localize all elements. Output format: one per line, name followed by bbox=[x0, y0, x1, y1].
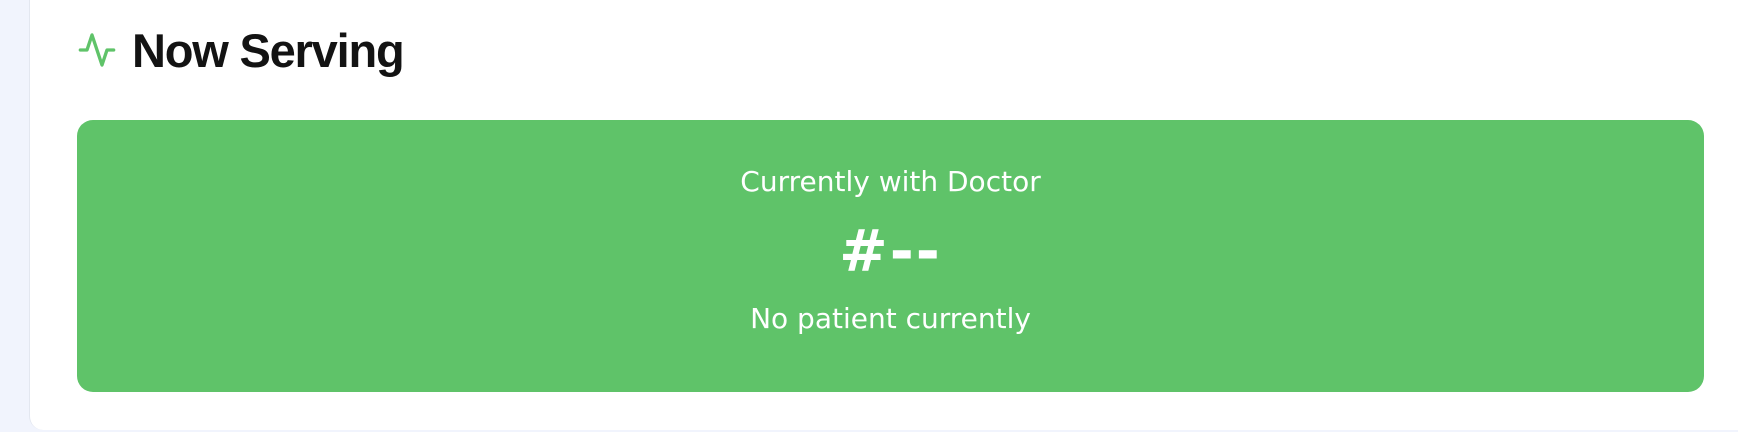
ticket-number: #-- bbox=[839, 217, 942, 285]
section-title: Now Serving bbox=[132, 23, 405, 77]
section-header: Now Serving bbox=[77, 18, 405, 82]
currently-with-doctor-label: Currently with Doctor bbox=[740, 165, 1041, 198]
serving-status-text: No patient currently bbox=[750, 302, 1031, 335]
activity-pulse-icon bbox=[77, 30, 117, 70]
now-serving-panel: Currently with Doctor #-- No patient cur… bbox=[77, 120, 1704, 392]
